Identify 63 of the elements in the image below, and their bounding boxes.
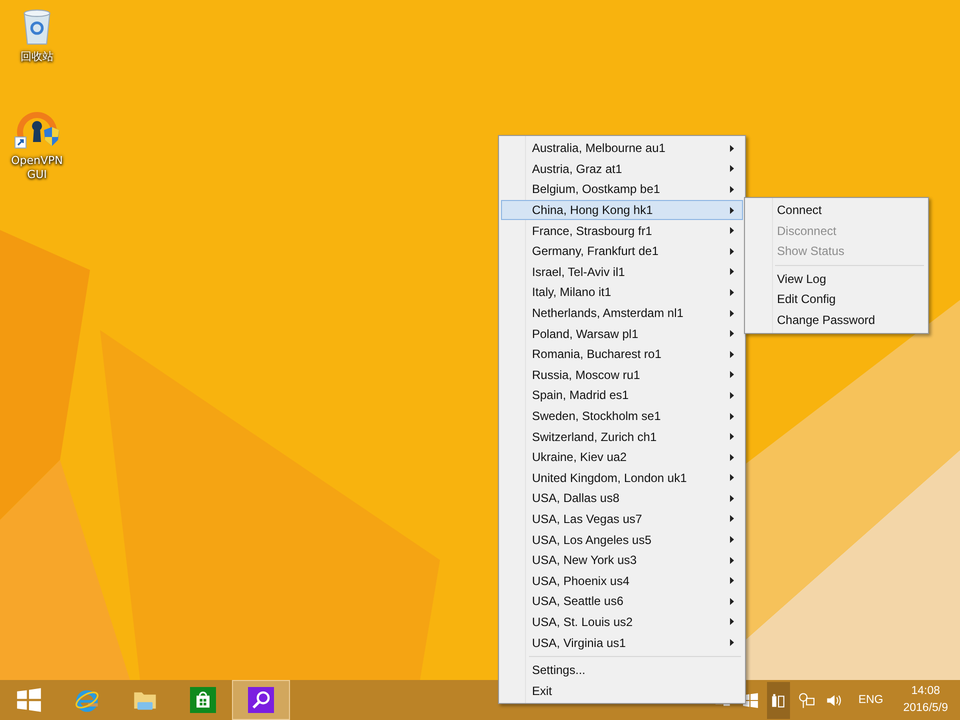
submenu-arrow-icon (730, 618, 734, 626)
store-bag-icon (190, 687, 216, 713)
menu-item[interactable]: Russia, Moscow ru1 (501, 364, 743, 386)
menu-item[interactable]: USA, St. Louis us2 (501, 612, 743, 632)
submenu-arrow-icon (730, 206, 734, 214)
clock-date: 2016/5/9 (903, 701, 948, 716)
menu-item[interactable]: USA, Phoenix us4 (501, 570, 743, 592)
menu-item[interactable]: Australia, Melbourne au1 (501, 138, 743, 159)
menu-item[interactable]: Israel, Tel-Aviv il1 (501, 262, 743, 282)
taskbar-button[interactable] (232, 680, 290, 720)
submenu-arrow-icon (730, 330, 734, 338)
menu-item[interactable]: Change Password (747, 310, 926, 331)
menu-item[interactable]: Germany, Frankfurt de1 (501, 240, 743, 262)
windows-logo-icon (16, 687, 42, 713)
submenu-arrow-icon (730, 392, 734, 399)
menu-item[interactable]: USA, Dallas us8 (501, 488, 743, 509)
submenu-arrow-icon (730, 494, 734, 502)
submenu-arrow-icon (730, 186, 734, 193)
battery-icon[interactable] (767, 682, 790, 718)
menu-item[interactable]: Sweden, Stockholm se1 (501, 406, 743, 426)
menu-item[interactable]: United Kingdom, London uk1 (501, 468, 743, 488)
menu-item[interactable]: View Log (747, 268, 926, 290)
menu-item[interactable]: Ukraine, Kiev ua2 (501, 446, 743, 468)
menu-item[interactable]: Settings... (501, 660, 743, 680)
menu-item[interactable]: Connect (747, 200, 926, 221)
menu-item[interactable]: Netherlands, Amsterdam nl1 (501, 302, 743, 324)
menu-item[interactable]: Belgium, Oostkamp be1 (501, 179, 743, 200)
menu-item[interactable]: USA, New York us3 (501, 550, 743, 570)
submenu-arrow-icon (730, 474, 734, 482)
search-icon (248, 687, 274, 713)
submenu-arrow-icon (730, 639, 734, 646)
clock-time: 14:08 (911, 684, 940, 699)
submenu-arrow-icon (730, 248, 734, 255)
submenu-arrow-icon (730, 454, 734, 461)
menu-item[interactable]: Switzerland, Zurich ch1 (501, 426, 743, 447)
submenu-arrow-icon (730, 288, 734, 296)
submenu-arrow-icon (730, 577, 734, 584)
submenu-arrow-icon (730, 165, 734, 172)
submenu-arrow-icon (730, 268, 734, 276)
menu-item[interactable]: Italy, Milano it1 (501, 282, 743, 303)
menu-item[interactable]: USA, Seattle us6 (501, 591, 743, 612)
submenu-arrow-icon (730, 412, 734, 420)
menu-item[interactable]: USA, Las Vegas us7 (501, 508, 743, 530)
menu-item[interactable]: USA, Virginia us1 (501, 632, 743, 653)
submenu-arrow-icon (730, 310, 734, 317)
menu-item[interactable]: Austria, Graz at1 (501, 158, 743, 180)
submenu-arrow-icon (730, 515, 734, 522)
submenu-arrow-icon (730, 556, 734, 564)
menu-item[interactable]: China, Hong Kong hk1 (501, 200, 743, 220)
submenu-arrow-icon (730, 350, 734, 358)
menu-item[interactable]: France, Strasbourg fr1 (501, 220, 743, 241)
submenu-arrow-icon (730, 371, 734, 378)
menu-item[interactable]: USA, Los Angeles us5 (501, 529, 743, 550)
menu-item[interactable]: Spain, Madrid es1 (501, 385, 743, 406)
menu-item[interactable]: Romania, Bucharest ro1 (501, 344, 743, 365)
submenu-arrow-icon (730, 536, 734, 544)
submenu-arrow-icon (730, 144, 734, 152)
menu-item[interactable]: Exit (501, 680, 743, 702)
menu-item[interactable]: Edit Config (747, 289, 926, 310)
menu-item[interactable]: Poland, Warsaw pl1 (501, 323, 743, 344)
submenu-arrow-icon (730, 227, 734, 234)
submenu-arrow-icon (730, 598, 734, 605)
submenu-arrow-icon (730, 433, 734, 440)
